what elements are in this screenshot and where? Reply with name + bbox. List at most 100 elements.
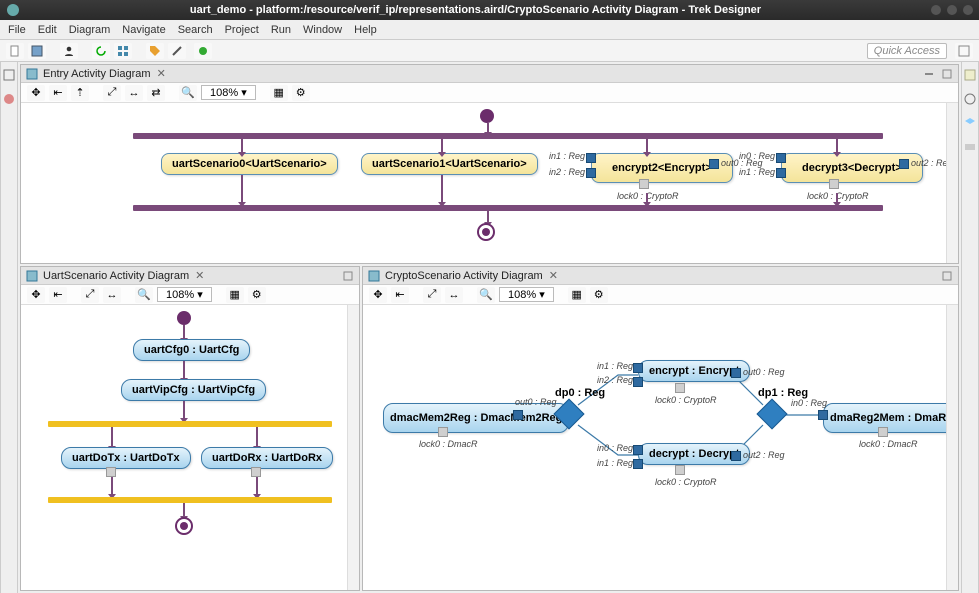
perspective-icon[interactable] (955, 43, 973, 59)
menu-run[interactable]: Run (271, 24, 291, 36)
vertical-scrollbar[interactable] (347, 305, 359, 590)
minimize-pane-icon[interactable] (922, 67, 936, 81)
end-node[interactable] (477, 223, 495, 241)
port-in[interactable] (633, 377, 643, 387)
link-icon[interactable]: ↔ (125, 85, 143, 101)
new-icon[interactable] (6, 43, 24, 59)
maximize-button[interactable] (947, 5, 957, 15)
port-lock[interactable] (639, 179, 649, 189)
outline-icon[interactable] (963, 92, 977, 106)
port-in[interactable] (776, 168, 786, 178)
port-out[interactable] (513, 410, 523, 420)
properties-icon[interactable] (963, 68, 977, 82)
port-in[interactable] (633, 445, 643, 455)
vertical-scrollbar[interactable] (946, 103, 958, 263)
cursor-icon[interactable]: ✥ (27, 287, 45, 303)
join-bar[interactable] (133, 205, 883, 211)
zoom-combo[interactable]: 108% ▾ (499, 287, 554, 302)
menu-edit[interactable]: Edit (38, 24, 57, 36)
tab-close-icon[interactable]: ✕ (549, 269, 558, 282)
node-uartdotx[interactable]: uartDoTx : UartDoTx (61, 447, 191, 469)
menu-window[interactable]: Window (303, 24, 342, 36)
magnify-icon[interactable]: 🔍 (135, 287, 153, 303)
debug-icon[interactable] (194, 43, 212, 59)
link-icon[interactable]: ↔ (445, 287, 463, 303)
resize-icon[interactable]: ⤢ (423, 287, 441, 303)
tab-uartscenario[interactable]: UartScenario Activity Diagram (43, 270, 189, 282)
align-left-icon[interactable]: ⇤ (391, 287, 409, 303)
cursor-icon[interactable]: ✥ (369, 287, 387, 303)
quick-access-input[interactable]: Quick Access (867, 43, 947, 59)
tab-close-icon[interactable]: ✕ (195, 269, 204, 282)
port-in[interactable] (633, 363, 643, 373)
node-uartdorx[interactable]: uartDoRx : UartDoRx (201, 447, 333, 469)
magnify-icon[interactable]: 🔍 (179, 85, 197, 101)
cursor-icon[interactable]: ✥ (27, 85, 45, 101)
align-top-icon[interactable]: ⇡ (71, 85, 89, 101)
settings-icon[interactable]: ⚙ (248, 287, 266, 303)
unlink-icon[interactable]: ⇄ (147, 85, 165, 101)
palette-icon[interactable] (2, 92, 16, 106)
node-uartvipcfg[interactable]: uartVipCfg : UartVipCfg (121, 379, 266, 401)
port-out[interactable] (709, 159, 719, 169)
close-button[interactable] (963, 5, 973, 15)
align-left-icon[interactable]: ⇤ (49, 287, 67, 303)
canvas-crypto[interactable]: dmacMem2Reg : DmacMem2Reg out0 : Reg loc… (363, 305, 958, 590)
menu-diagram[interactable]: Diagram (69, 24, 111, 36)
align-left-icon[interactable]: ⇤ (49, 85, 67, 101)
port-out[interactable] (731, 451, 741, 461)
resize-icon[interactable]: ⤢ (103, 85, 121, 101)
maximize-pane-icon[interactable] (940, 269, 954, 283)
save-icon[interactable] (28, 43, 46, 59)
settings-icon[interactable]: ⚙ (590, 287, 608, 303)
port-lock[interactable] (829, 179, 839, 189)
image-icon[interactable]: ▦ (270, 85, 288, 101)
image-icon[interactable]: ▦ (568, 287, 586, 303)
menu-navigate[interactable]: Navigate (122, 24, 165, 36)
port-in[interactable] (586, 168, 596, 178)
node-uartcfg0[interactable]: uartCfg0 : UartCfg (133, 339, 250, 361)
fork-bar[interactable] (133, 133, 883, 139)
start-node[interactable] (480, 109, 494, 123)
canvas-entry[interactable]: uartScenario0<UartScenario> uartScenario… (21, 103, 958, 263)
port-out[interactable] (731, 368, 741, 378)
port-out[interactable] (899, 159, 909, 169)
magnify-icon[interactable]: 🔍 (477, 287, 495, 303)
tab-cryptoscenario[interactable]: CryptoScenario Activity Diagram (385, 270, 543, 282)
outline-icon[interactable] (2, 68, 16, 82)
port-lock[interactable] (106, 467, 116, 477)
node-dmacmem2reg[interactable]: dmacMem2Reg : DmacMem2Reg (383, 403, 569, 433)
maximize-pane-icon[interactable] (940, 67, 954, 81)
minimize-button[interactable] (931, 5, 941, 15)
node-dmareg2mem[interactable]: dmaReg2Mem : DmaReg2Mem (823, 403, 958, 433)
layers-icon[interactable] (963, 116, 977, 130)
activity-uartscenario1[interactable]: uartScenario1<UartScenario> (361, 153, 538, 175)
overview-icon[interactable] (963, 140, 977, 154)
tag-icon[interactable] (146, 43, 164, 59)
user-icon[interactable] (60, 43, 78, 59)
port-lock[interactable] (675, 383, 685, 393)
port-in[interactable] (776, 153, 786, 163)
end-node[interactable] (175, 517, 193, 535)
wand-icon[interactable] (168, 43, 186, 59)
start-node[interactable] (177, 311, 191, 325)
maximize-pane-icon[interactable] (341, 269, 355, 283)
port-in[interactable] (818, 410, 828, 420)
zoom-combo[interactable]: 108% ▾ (157, 287, 212, 302)
port-in[interactable] (586, 153, 596, 163)
menu-search[interactable]: Search (178, 24, 213, 36)
zoom-combo[interactable]: 108% ▾ (201, 85, 256, 100)
join-bar[interactable] (48, 497, 332, 503)
port-lock[interactable] (438, 427, 448, 437)
tab-close-icon[interactable]: ✕ (157, 67, 166, 80)
refresh-icon[interactable] (92, 43, 110, 59)
grid-icon[interactable] (114, 43, 132, 59)
port-lock[interactable] (675, 465, 685, 475)
image-icon[interactable]: ▦ (226, 287, 244, 303)
link-icon[interactable]: ↔ (103, 287, 121, 303)
menu-file[interactable]: File (8, 24, 26, 36)
resize-icon[interactable]: ⤢ (81, 287, 99, 303)
menu-help[interactable]: Help (354, 24, 377, 36)
vertical-scrollbar[interactable] (946, 305, 958, 590)
settings-icon[interactable]: ⚙ (292, 85, 310, 101)
